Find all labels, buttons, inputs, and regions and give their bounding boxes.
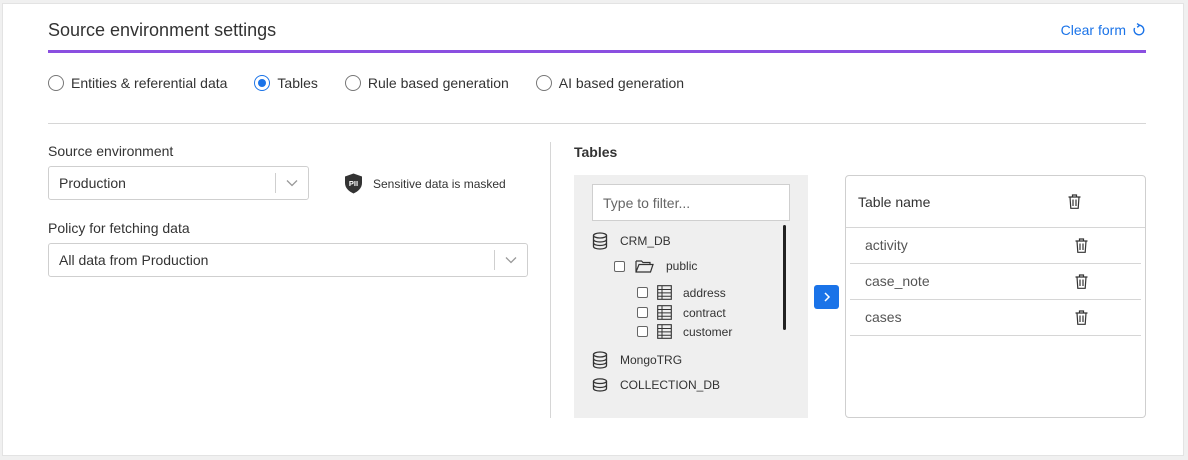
table-row: activity <box>850 227 1141 264</box>
folder-open-icon <box>635 260 654 273</box>
pii-badge-text: PII <box>349 179 358 188</box>
tree-node-table-customer[interactable]: customer <box>637 324 732 339</box>
tree-node-label: public <box>666 259 698 273</box>
table-icon <box>657 305 672 320</box>
radio-rule-based[interactable]: Rule based generation <box>344 75 509 91</box>
database-icon <box>592 232 608 250</box>
page-title: Source environment settings <box>48 20 277 40</box>
table-tree-panel: CRM_DB public address contract customer <box>574 175 808 418</box>
delete-table-button[interactable] <box>1075 237 1088 253</box>
tree-node-table-contract[interactable]: contract <box>637 305 726 320</box>
tree-node-crm-db[interactable]: CRM_DB <box>592 232 671 250</box>
trash-icon <box>1075 309 1088 325</box>
table-checkbox[interactable] <box>637 326 648 337</box>
radio-label: Rule based generation <box>367 75 509 91</box>
delete-all-button[interactable] <box>1068 194 1081 209</box>
clear-form-button[interactable]: Clear form <box>1061 22 1146 38</box>
section-divider <box>48 123 1146 124</box>
policy-label: Policy for fetching data <box>48 220 190 236</box>
selected-tables-header: Table name <box>846 176 1145 228</box>
radio-ai-based[interactable]: AI based generation <box>535 75 685 91</box>
pii-note: PII Sensitive data is masked <box>344 173 506 194</box>
table-icon <box>657 285 672 300</box>
policy-value: All data from Production <box>59 252 209 268</box>
chevron-down-icon[interactable] <box>495 256 527 264</box>
radio-entities[interactable]: Entities & referential data <box>48 75 227 91</box>
radio-tables[interactable]: Tables <box>254 75 318 91</box>
table-row: cases <box>850 299 1141 336</box>
source-environment-value: Production <box>59 175 126 191</box>
column-divider <box>550 142 551 418</box>
tree-node-label: customer <box>683 324 733 339</box>
radio-circle[interactable] <box>48 75 64 91</box>
radio-circle-selected[interactable] <box>254 75 271 91</box>
chevron-right-icon <box>823 292 830 302</box>
pii-shield-icon: PII <box>345 173 362 194</box>
add-selected-tables-button[interactable] <box>814 285 839 309</box>
radio-label: AI based generation <box>558 75 685 91</box>
mode-radio-group: Entities & referential data Tables Rule … <box>48 75 711 91</box>
database-icon <box>592 378 608 392</box>
title-accent-line <box>48 50 1146 53</box>
tree-scrollbar[interactable] <box>783 225 786 330</box>
tree-node-table-address[interactable]: address <box>637 285 726 300</box>
radio-label: Entities & referential data <box>71 75 228 91</box>
table-row: case_note <box>850 263 1141 300</box>
tree-node-collection-db[interactable]: COLLECTION_DB <box>592 378 720 392</box>
policy-select[interactable]: All data from Production <box>48 243 528 277</box>
table-checkbox[interactable] <box>637 307 648 318</box>
tree-node-label: address <box>683 285 726 300</box>
table-checkbox[interactable] <box>637 287 648 298</box>
selected-tables-list: Table name activity case_note cases <box>845 175 1146 418</box>
trash-icon <box>1068 194 1081 209</box>
radio-circle[interactable] <box>344 75 361 91</box>
table-name: cases <box>865 309 902 325</box>
radio-circle[interactable] <box>535 75 552 91</box>
table-name: case_note <box>865 273 930 289</box>
chevron-down-icon[interactable] <box>276 179 308 187</box>
table-filter-input[interactable] <box>592 184 790 221</box>
delete-table-button[interactable] <box>1075 309 1088 325</box>
tree-node-label: MongoTRG <box>620 353 683 367</box>
tree-node-label: CRM_DB <box>620 234 671 248</box>
clear-form-label: Clear form <box>1060 22 1126 38</box>
table-icon <box>657 324 672 339</box>
tree-node-label: contract <box>683 305 726 320</box>
reset-icon <box>1133 23 1145 36</box>
radio-label: Tables <box>277 75 318 91</box>
delete-table-button[interactable] <box>1075 273 1088 289</box>
schema-checkbox[interactable] <box>614 260 625 272</box>
tree-node-label: COLLECTION_DB <box>620 378 721 392</box>
pii-note-text: Sensitive data is masked <box>373 176 506 191</box>
table-name-column-header: Table name <box>858 193 931 210</box>
table-name: activity <box>865 237 908 253</box>
tree-node-public-schema[interactable]: public <box>614 259 697 273</box>
tables-heading: Tables <box>574 144 618 160</box>
source-environment-label: Source environment <box>48 143 174 159</box>
source-environment-select[interactable]: Production <box>48 166 309 200</box>
tree-node-mongotrg[interactable]: MongoTRG <box>592 351 682 369</box>
trash-icon <box>1075 273 1088 289</box>
trash-icon <box>1075 237 1088 253</box>
database-icon <box>592 351 608 369</box>
